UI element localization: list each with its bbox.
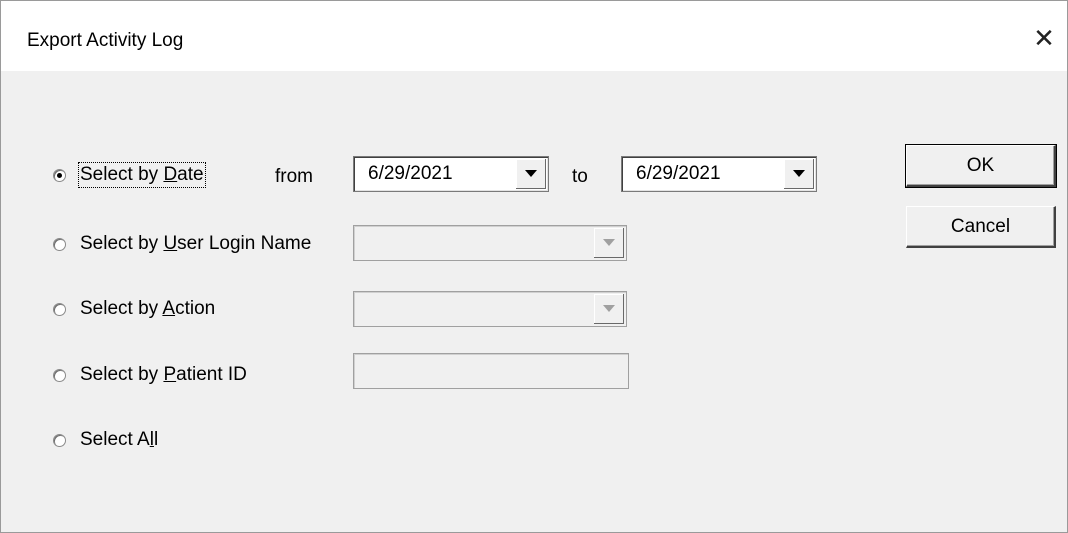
ok-button[interactable]: OK bbox=[905, 144, 1057, 188]
radio-button-icon[interactable] bbox=[53, 433, 66, 447]
patient-id-field[interactable] bbox=[353, 353, 629, 389]
date-from-value: 6/29/2021 bbox=[368, 163, 453, 184]
radio-label-user-login-name[interactable]: Select by User Login Name bbox=[80, 233, 311, 255]
radio-button-icon[interactable] bbox=[53, 368, 66, 382]
from-label: from bbox=[275, 166, 313, 187]
window-title: Export Activity Log bbox=[27, 30, 184, 51]
radio-button-icon[interactable] bbox=[53, 168, 66, 182]
radio-select-by-date[interactable]: Select by Date bbox=[53, 162, 206, 188]
date-to-value: 6/29/2021 bbox=[636, 163, 721, 184]
dropdown-button[interactable] bbox=[594, 228, 624, 258]
date-to-picker[interactable]: 6/29/2021 bbox=[621, 156, 817, 192]
date-from-picker[interactable]: 6/29/2021 bbox=[353, 156, 549, 192]
dropdown-button[interactable] bbox=[784, 159, 814, 189]
chevron-down-icon bbox=[602, 239, 615, 246]
export-activity-log-dialog: Export Activity Log ✕ Select by Date fro… bbox=[0, 0, 1068, 533]
action-combo[interactable] bbox=[353, 291, 627, 327]
radio-select-by-user-login-name[interactable]: Select by User Login Name bbox=[53, 233, 311, 255]
cancel-button[interactable]: Cancel bbox=[906, 206, 1056, 248]
radio-label-select-all[interactable]: Select All bbox=[80, 429, 158, 451]
radio-label-patient-id[interactable]: Select by Patient ID bbox=[80, 364, 247, 386]
radio-button-icon[interactable] bbox=[53, 302, 66, 316]
dropdown-button[interactable] bbox=[516, 159, 546, 189]
radio-button-icon[interactable] bbox=[53, 237, 66, 251]
radio-label-date[interactable]: Select by Date bbox=[78, 162, 206, 188]
close-icon[interactable]: ✕ bbox=[1021, 15, 1067, 61]
chevron-down-icon bbox=[602, 305, 615, 312]
user-login-name-combo[interactable] bbox=[353, 225, 627, 261]
to-label: to bbox=[572, 166, 588, 187]
radio-label-action[interactable]: Select by Action bbox=[80, 298, 215, 320]
chevron-down-icon bbox=[792, 170, 805, 177]
radio-select-all[interactable]: Select All bbox=[53, 429, 158, 451]
chevron-down-icon bbox=[524, 170, 537, 177]
radio-select-by-action[interactable]: Select by Action bbox=[53, 298, 215, 320]
title-bar: Export Activity Log ✕ bbox=[1, 1, 1067, 71]
radio-select-by-patient-id[interactable]: Select by Patient ID bbox=[53, 364, 247, 386]
dropdown-button[interactable] bbox=[594, 294, 624, 324]
